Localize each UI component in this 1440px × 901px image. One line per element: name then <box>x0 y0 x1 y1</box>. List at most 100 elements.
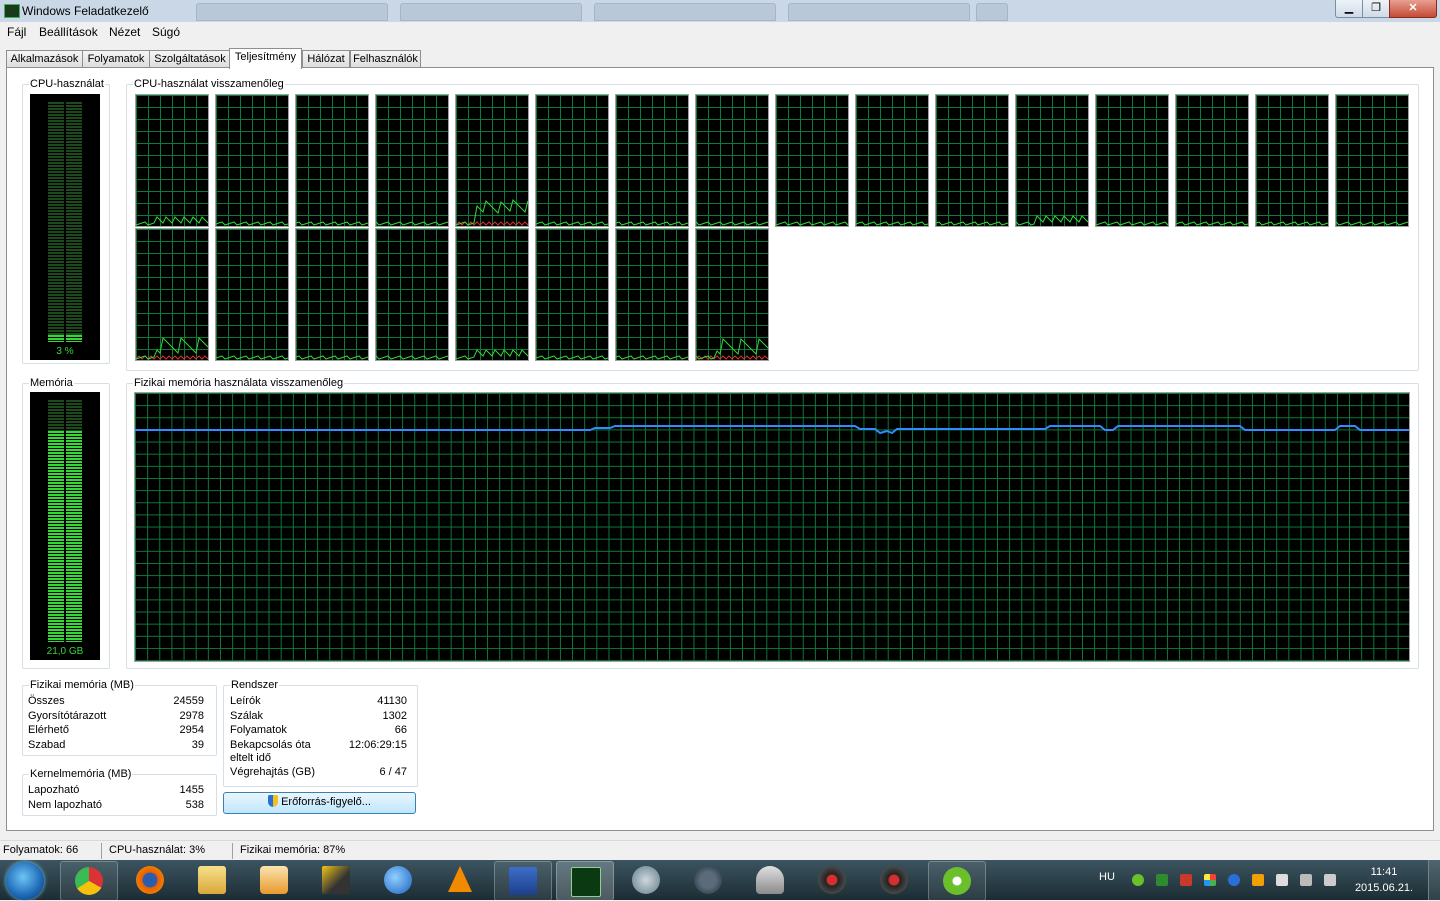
info-key: Összes <box>28 695 65 707</box>
cpu-core-graph <box>535 228 609 361</box>
save-disk-icon[interactable] <box>494 861 552 901</box>
flag-tray-icon[interactable] <box>1204 874 1216 886</box>
utorrent-icon[interactable] <box>928 861 986 901</box>
rec-icon[interactable] <box>804 861 860 899</box>
network-icon[interactable] <box>1300 874 1312 886</box>
info-key: Bekapcsolás óta <box>230 739 311 751</box>
maximize-button[interactable]: ❐ <box>1362 0 1390 18</box>
info-value: 2978 <box>179 710 204 722</box>
screen-icon[interactable] <box>680 861 736 899</box>
menu-bar: Fájl Beállítások Nézet Súgó <box>0 22 1440 42</box>
cpu-core-graph <box>295 228 369 361</box>
title-bar: Windows Feladatkezelő ▁ ❐ ✕ <box>0 0 1440 23</box>
arrow-tray-icon[interactable] <box>1252 874 1264 886</box>
start-button[interactable] <box>6 862 44 900</box>
cpu-usage-line <box>216 355 288 360</box>
tab-performance[interactable]: Teljesítmény <box>229 48 302 69</box>
explorer-icon[interactable] <box>184 861 240 899</box>
resource-monitor-label: Erőforrás-figyelő... <box>281 796 371 808</box>
info-row: Lapozható 1455 <box>28 784 204 798</box>
info-row: Nem lapozható 538 <box>28 799 204 813</box>
show-desktop-button[interactable] <box>1428 860 1440 900</box>
cpu-usage-line <box>536 355 608 360</box>
info-key: Gyorsítótárazott <box>28 710 107 722</box>
cpu-usage-line <box>616 355 688 360</box>
status-cpu: CPU-használat: 3% <box>109 844 205 856</box>
info-row: Összes 24559 <box>28 695 204 709</box>
task-manager-icon[interactable] <box>556 861 614 901</box>
menu-view[interactable]: Nézet <box>109 25 140 39</box>
tab-services[interactable]: Szolgáltatások <box>149 50 231 68</box>
cpu-usage-line <box>1096 221 1168 226</box>
language-indicator[interactable]: HU <box>1099 871 1115 883</box>
info-key: Végrehajtás (GB) <box>230 766 315 778</box>
utorrent-tray-icon[interactable] <box>1132 874 1144 886</box>
media-player-icon[interactable] <box>246 861 302 899</box>
winamp-icon[interactable] <box>308 861 364 899</box>
memory-meter: 21,0 GB <box>30 392 100 660</box>
volume-icon[interactable] <box>1324 874 1336 886</box>
memory-history-graph <box>134 392 1410 662</box>
tab-applications[interactable]: Alkalmazások <box>6 50 83 68</box>
cpu-core-graph <box>375 228 449 361</box>
info-key: Szálak <box>230 710 264 722</box>
info-row: Folyamatok 66 <box>230 724 407 738</box>
cpu-usage-line <box>376 221 448 226</box>
menu-options[interactable]: Beállítások <box>39 25 98 39</box>
info-key: Leírók <box>230 695 261 707</box>
cpu-meter-bars <box>48 102 82 342</box>
window-title: Windows Feladatkezelő <box>22 4 149 18</box>
cpu-usage-line <box>296 221 368 226</box>
info-key: eltelt idő <box>230 752 271 764</box>
info-row: Leírók 41130 <box>230 695 407 709</box>
vlc-icon[interactable] <box>432 861 488 899</box>
cpu-usage-line <box>536 221 608 226</box>
tab-processes[interactable]: Folyamatok <box>82 50 150 68</box>
task-manager-app-icon <box>4 4 20 18</box>
info-value: 6 / 47 <box>379 766 407 778</box>
info-value: 2954 <box>179 724 204 736</box>
cpu-core-graph <box>455 94 529 227</box>
cpu-core-graph <box>135 94 209 227</box>
info-value: 1302 <box>382 710 407 722</box>
cpu-usage-line <box>296 355 368 360</box>
cpu-usage-line <box>1336 221 1408 226</box>
firefox-icon[interactable] <box>122 861 178 899</box>
clock-date: 2015.06.21. <box>1354 882 1414 894</box>
minimize-button[interactable]: ▁ <box>1335 0 1363 18</box>
bell-icon[interactable] <box>742 861 798 899</box>
menu-help[interactable]: Súgó <box>152 25 180 39</box>
menu-file[interactable]: Fájl <box>7 25 26 39</box>
background-window-tab <box>976 3 1008 21</box>
cpu-core-graph <box>215 228 289 361</box>
cpu-core-graph <box>615 94 689 227</box>
tab-networking[interactable]: Hálózat <box>302 50 350 68</box>
action-center-icon[interactable] <box>1276 874 1288 886</box>
memory-label: Memória <box>29 377 74 389</box>
close-button[interactable]: ✕ <box>1389 0 1437 18</box>
cpu-core-graph <box>695 228 769 361</box>
cpu-usage-line <box>936 221 1008 226</box>
status-separator <box>101 843 102 859</box>
clock[interactable]: 11:41 2015.06.21. <box>1352 864 1416 896</box>
info-key: Folyamatok <box>230 724 287 736</box>
info-row: Gyorsítótárazott 2978 <box>28 710 204 724</box>
update-tray-icon[interactable] <box>1228 874 1240 886</box>
background-window-tab <box>400 3 582 21</box>
audio-tray-icon[interactable] <box>1180 874 1192 886</box>
rec2-icon[interactable] <box>866 861 922 899</box>
cpu-core-graph <box>775 94 849 227</box>
chrome-icon[interactable] <box>60 861 118 901</box>
kernel-memory-title: Kernelmemória (MB) <box>29 768 133 780</box>
cpu-usage-line <box>216 221 288 226</box>
status-processes: Folyamatok: 66 <box>3 844 79 856</box>
globe-icon[interactable] <box>618 861 674 899</box>
info-row: Végrehajtás (GB) 6 / 47 <box>230 766 407 780</box>
green-tray-icon[interactable] <box>1156 874 1168 886</box>
thunderbird-icon[interactable] <box>370 861 426 899</box>
cpu-core-graph <box>215 94 289 227</box>
cpu-usage-value: 3 % <box>56 346 74 357</box>
resource-monitor-button[interactable]: Erőforrás-figyelő... <box>223 792 416 814</box>
info-value: 39 <box>191 739 204 751</box>
tab-users[interactable]: Felhasználók <box>350 50 421 68</box>
